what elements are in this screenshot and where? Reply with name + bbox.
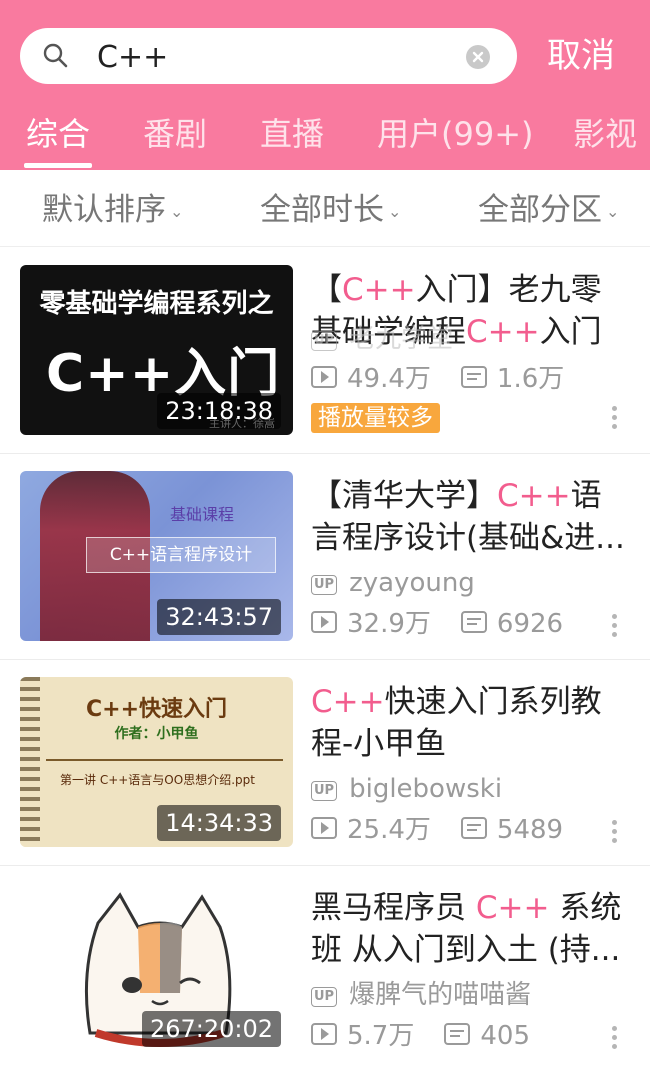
danmaku-count: 1.6万 [496,364,565,394]
cancel-button[interactable]: 取消 [547,33,615,79]
more-options-icon[interactable] [612,820,618,847]
chevron-down-icon: ⌄ [388,201,402,221]
video-duration: 23:18:38 [157,393,281,429]
keyword-highlight: C++ [475,890,550,926]
video-title-4[interactable]: 黑马程序员 C++ 系统班 从入门到入土 (持... [311,887,629,971]
thumb-caption: C++语言程序设计 [86,537,276,573]
play-count: 32.9万 [347,609,431,639]
clear-search-icon[interactable] [466,45,490,69]
danmaku-count: 405 [480,1021,530,1051]
category-filter-label: 全部分区 [478,192,602,228]
video-duration: 32:43:57 [157,599,281,635]
video-duration: 267:20:02 [141,1011,281,1047]
uploader-name: 老九学堂 [349,324,454,354]
more-options-icon[interactable] [612,1026,618,1053]
uploader-row[interactable]: UP biglebowski [311,771,502,807]
video-thumbnail-4[interactable]: 267:20:02 [20,883,293,1053]
title-text: 【清华大学】 [311,478,497,514]
play-count-icon [311,817,337,839]
danmaku-count: 5489 [496,815,564,845]
thumb-rule [46,759,283,761]
play-count-icon [311,1023,337,1045]
video-title-3[interactable]: C++快速入门系列教程-小甲鱼 [311,681,629,765]
video-thumbnail-2[interactable]: 基础课程 C++语言程序设计 32:43:57 [20,471,293,641]
danmaku-icon [460,366,487,388]
sort-filter-label: 默认排序 [42,192,166,228]
tab-live[interactable]: 直播 [260,112,324,156]
uploader-row[interactable]: UP 老九学堂 [311,321,453,357]
chevron-down-icon: ⌄ [606,201,620,221]
play-count: 5.7万 [347,1021,415,1051]
search-icon [43,43,68,68]
keyword-highlight: C++ [311,684,385,720]
duration-filter[interactable]: 全部时长 ⌄ [260,189,401,233]
video-duration: 14:34:33 [157,805,281,841]
thumb-caption: 基础课程 [170,505,235,524]
tab-movies[interactable]: 影视 [573,112,637,156]
search-box[interactable] [20,28,517,84]
thumb-caption: C++快速入门 [85,697,227,722]
uploader-name: zyayoung [349,568,475,598]
chevron-down-icon: ⌄ [170,201,184,221]
up-badge-icon: UP [311,987,338,1007]
play-count-icon [311,366,337,388]
keyword-highlight: C++ [466,314,540,350]
uploader-name: biglebowski [349,774,503,804]
keyword-highlight: C++ [497,478,571,514]
up-badge-icon: UP [311,781,338,801]
thumb-caption: 作者：小甲鱼 [114,726,199,742]
title-text: 黑马程序员 [311,890,476,926]
tab-bangumi[interactable]: 番剧 [143,112,207,156]
popular-tag: 播放量较多 [311,403,440,433]
thumb-caption: 第一讲 C++语言与OO思想介绍.ppt [60,773,255,787]
tab-general[interactable]: 综合 [26,112,90,156]
video-title-2[interactable]: 【清华大学】C++语言程序设计(基础&进... [311,475,629,559]
uploader-row[interactable]: UP 爆脾气的喵喵酱 [311,977,531,1013]
up-badge-icon: UP [311,575,338,595]
sort-filter[interactable]: 默认排序 ⌄ [42,189,183,233]
danmaku-icon [460,611,487,633]
more-options-icon[interactable] [612,406,618,433]
play-count: 25.4万 [347,815,431,845]
stats-row: 25.4万 5489 [311,812,563,848]
danmaku-icon [444,1023,471,1045]
keyword-highlight: C++ [342,272,416,308]
uploader-row[interactable]: UP zyayoung [311,565,475,601]
up-badge-icon: UP [311,331,338,351]
play-count-icon [311,611,337,633]
play-count: 49.4万 [347,364,431,394]
title-text: 【 [311,272,342,308]
stats-row: 32.9万 6926 [311,606,563,642]
danmaku-count: 6926 [496,609,564,639]
search-input[interactable]: C++ [97,38,168,78]
top-header [0,0,650,170]
tab-users[interactable]: 用户(99+) [377,112,534,156]
stats-row: 5.7万 405 [311,1018,530,1054]
duration-filter-label: 全部时长 [260,192,384,228]
video-thumbnail-3[interactable]: C++快速入门 作者：小甲鱼 第一讲 C++语言与OO思想介绍.ppt 14:3… [20,677,293,847]
active-tab-indicator [24,163,92,168]
thumb-caption: 零基础学编程系列之 [39,289,274,319]
category-filter[interactable]: 全部分区 ⌄ [478,189,619,233]
stats-row: 49.4万 1.6万 [311,361,564,397]
uploader-name: 爆脾气的喵喵酱 [349,980,532,1010]
video-thumbnail-1[interactable]: 零基础学编程系列之 C++入门 主讲人：徐嵩 23:18:38 [20,265,293,435]
danmaku-icon [460,817,487,839]
more-options-icon[interactable] [612,614,618,641]
